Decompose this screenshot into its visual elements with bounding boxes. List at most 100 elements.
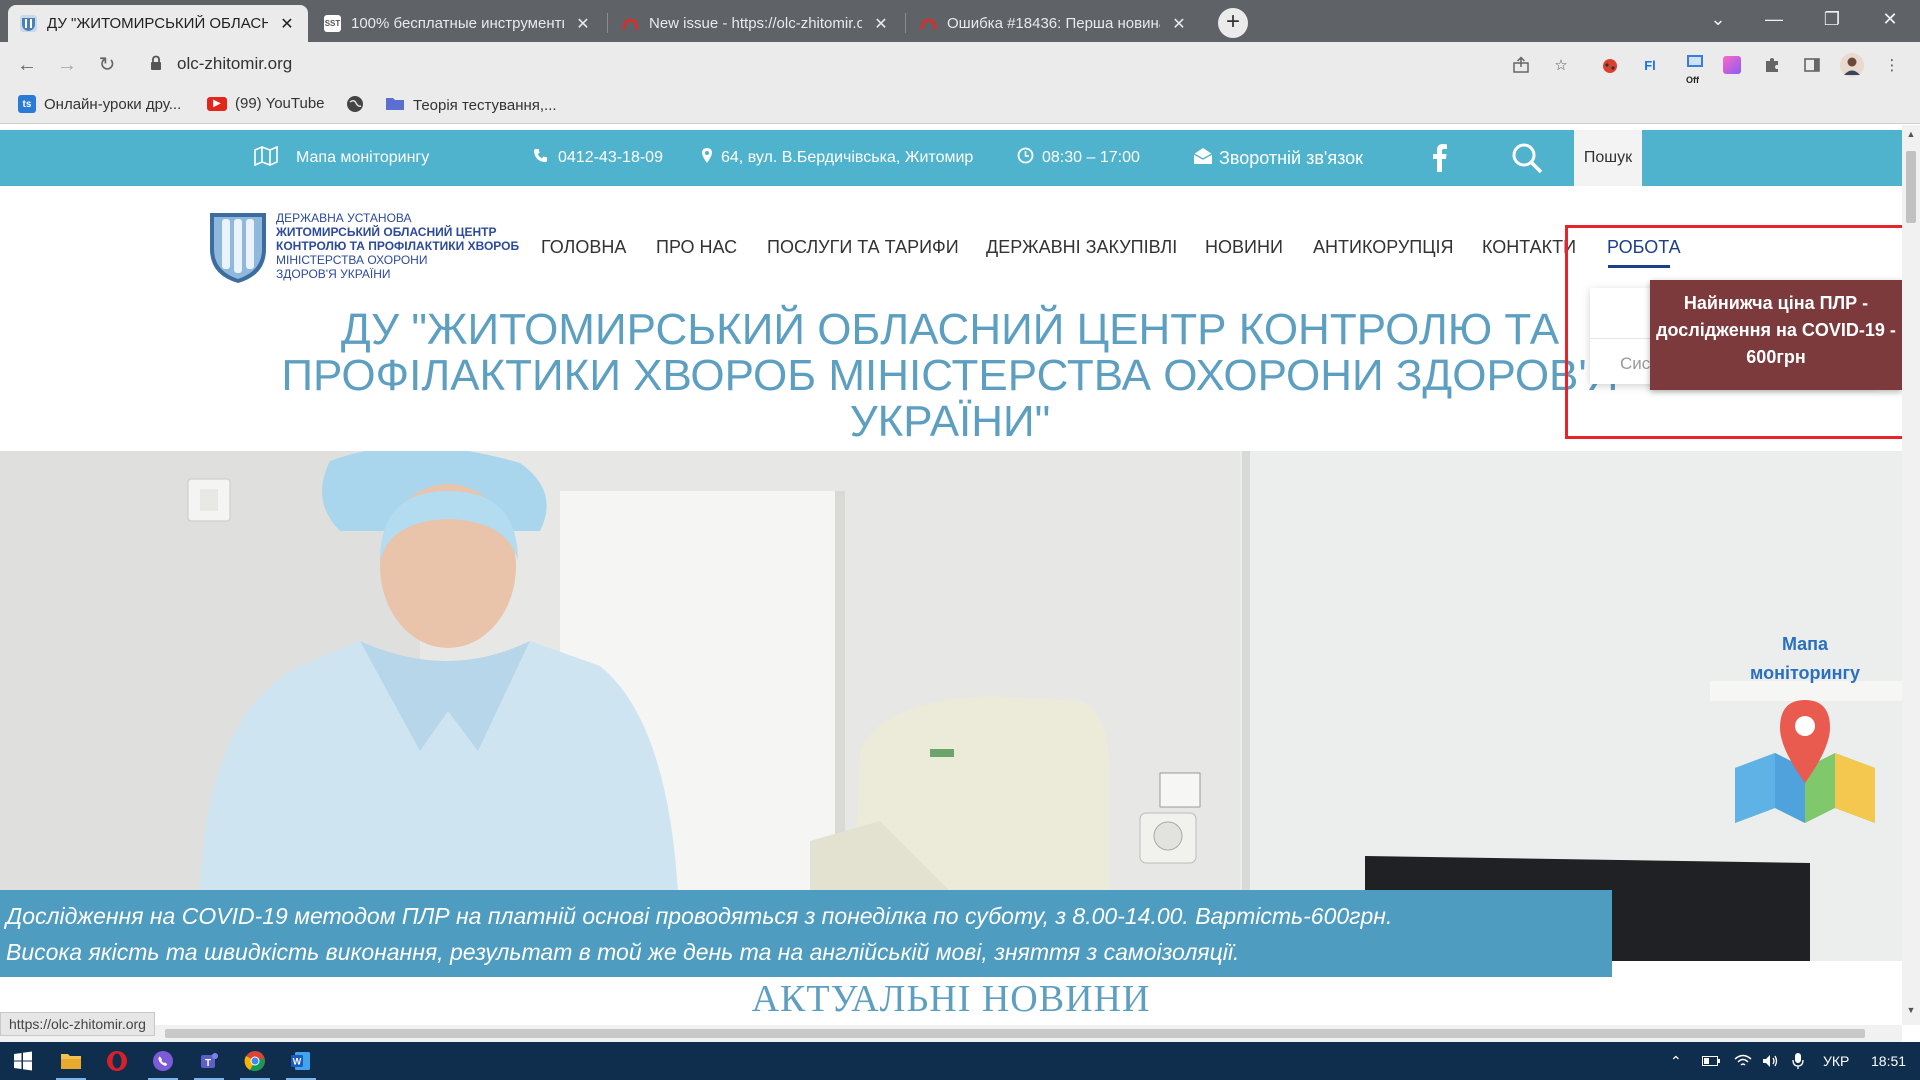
site-topbar: Мапа моніторингу 0412-43-18-09 64, вул. … xyxy=(0,130,1902,186)
envelope-icon xyxy=(1193,147,1213,170)
working-hours: 08:30 – 17:00 xyxy=(1017,130,1140,186)
share-icon[interactable] xyxy=(1509,53,1533,77)
tab-title: 100% бесплатные инструменты xyxy=(351,15,564,32)
lock-icon[interactable] xyxy=(150,55,162,71)
nav-services-tariffs[interactable]: ПОСЛУГИ ТА ТАРИФИ xyxy=(767,237,959,258)
search-button[interactable]: Пошук xyxy=(1574,130,1642,186)
logo-text[interactable]: ДЕРЖАВНА УСТАНОВА ЖИТОМИРСЬКИЙ ОБЛАСНИЙ … xyxy=(276,211,519,281)
site-favicon-icon xyxy=(20,15,37,32)
clock-time[interactable]: 18:51 xyxy=(1871,1042,1906,1080)
tab-title: New issue - https://olc-zhitomir.o xyxy=(649,15,862,32)
tab-divider xyxy=(905,13,906,33)
side-panel-icon[interactable] xyxy=(1800,53,1824,77)
address-link[interactable]: 64, вул. В.Бердичівська, Житомир xyxy=(701,130,973,186)
location-pin-icon xyxy=(701,147,713,169)
scroll-down-icon[interactable]: ▼ xyxy=(1902,1005,1920,1015)
close-tab-icon[interactable]: ✕ xyxy=(574,14,592,34)
browser-tab-bar: ДУ "ЖИТОМИРСЬКИЙ ОБЛАСН ✕ SST 100% беспл… xyxy=(0,0,1920,42)
red-highlight-frame xyxy=(1565,225,1902,439)
close-tab-icon[interactable]: ✕ xyxy=(278,14,296,34)
microphone-icon[interactable] xyxy=(1792,1042,1804,1080)
ts-icon: ts xyxy=(18,95,36,113)
svg-text:T: T xyxy=(205,1058,211,1069)
volume-icon[interactable] xyxy=(1762,1042,1780,1080)
phone-link[interactable]: 0412-43-18-09 xyxy=(533,130,663,186)
feedback-link[interactable]: Зворотній зв'язок xyxy=(1193,130,1363,186)
folder-icon xyxy=(385,95,405,115)
tab-sst-tools[interactable]: SST 100% бесплатные инструменты ✕ xyxy=(312,5,604,42)
tab-title: ДУ "ЖИТОМИРСЬКИЙ ОБЛАСН xyxy=(47,15,268,32)
new-tab-button[interactable]: + xyxy=(1218,8,1248,38)
bookmarks-bar: ts Онлайн-уроки дру... ▶ (99) YouTube Те… xyxy=(0,88,1920,124)
vertical-scrollbar[interactable]: ▲ ▼ xyxy=(1902,125,1920,1025)
close-window-button[interactable]: ✕ xyxy=(1862,0,1918,38)
tab-search-chevron-icon[interactable]: ⌄ xyxy=(1690,0,1746,38)
profile-avatar[interactable] xyxy=(1840,53,1864,77)
bookmark-globe[interactable] xyxy=(346,95,364,117)
teams-icon[interactable]: T xyxy=(186,1042,232,1080)
page-title: ДУ "ЖИТОМИРСЬКИЙ ОБЛАСНИЙ ЦЕНТР КОНТРОЛЮ… xyxy=(281,305,1619,446)
bookmark-youtube[interactable]: ▶ (99) YouTube xyxy=(207,95,325,112)
bookmark-testing-theory[interactable]: Теорія тестування,... xyxy=(385,95,557,115)
forward-button[interactable]: → xyxy=(52,50,82,80)
screen-extension-icon[interactable] xyxy=(1683,53,1707,77)
youtube-icon: ▶ xyxy=(207,96,227,111)
banner-line: Дослідження на COVID-19 методом ПЛР на п… xyxy=(6,903,1393,929)
facebook-icon[interactable] xyxy=(1433,130,1447,186)
nav-contacts[interactable]: КОНТАКТИ xyxy=(1482,237,1576,258)
file-explorer-icon[interactable] xyxy=(48,1042,94,1080)
nav-about[interactable]: ПРО НАС xyxy=(656,237,737,258)
opera-icon[interactable] xyxy=(94,1042,140,1080)
tab-error-18436[interactable]: Ошибка #18436: Перша новина ✕ xyxy=(908,5,1200,42)
monitoring-map-link[interactable]: Мапа моніторингу xyxy=(254,130,429,186)
tab-olc-zhitomir[interactable]: ДУ "ЖИТОМИРСЬКИЙ ОБЛАСН ✕ xyxy=(8,5,308,42)
language-indicator[interactable]: УКР xyxy=(1823,1042,1849,1080)
phone-icon xyxy=(533,148,548,168)
map-pin-icon xyxy=(1730,698,1880,833)
browser-toolbar: ← → ↻ olc-zhitomir.org ☆ Fl Off ⋮ xyxy=(0,42,1920,88)
translate-extension-icon[interactable]: Fl xyxy=(1638,53,1662,77)
browser-menu-icon[interactable]: ⋮ xyxy=(1880,53,1904,77)
close-tab-icon[interactable]: ✕ xyxy=(1170,14,1188,34)
redmine-favicon-icon xyxy=(920,15,937,32)
nav-public-procurement[interactable]: ДЕРЖАВНІ ЗАКУПІВЛІ xyxy=(986,237,1177,258)
word-icon[interactable]: W xyxy=(278,1042,324,1080)
color-extension-icon[interactable] xyxy=(1720,53,1744,77)
tray-chevron-icon[interactable]: ⌃ xyxy=(1670,1042,1682,1080)
back-button[interactable]: ← xyxy=(12,50,42,80)
scrollbar-thumb[interactable] xyxy=(165,1029,1865,1038)
site-logo[interactable] xyxy=(207,209,269,290)
monitoring-map-widget[interactable]: Мапа моніторингу xyxy=(1725,630,1885,833)
svg-text:W: W xyxy=(293,1057,302,1067)
redmine-favicon-icon xyxy=(622,15,639,32)
tab-title: Ошибка #18436: Перша новина xyxy=(947,15,1160,32)
minimize-button[interactable]: — xyxy=(1746,0,1802,38)
reload-button[interactable]: ↻ xyxy=(92,50,122,80)
tab-new-issue[interactable]: New issue - https://olc-zhitomir.o ✕ xyxy=(610,5,902,42)
tab-divider xyxy=(607,13,608,33)
chrome-icon[interactable] xyxy=(232,1042,278,1080)
viber-icon[interactable] xyxy=(140,1042,186,1080)
clock-icon xyxy=(1017,147,1034,169)
nav-home[interactable]: ГОЛОВНА xyxy=(541,237,626,258)
address-bar[interactable]: olc-zhitomir.org xyxy=(177,54,292,74)
scrollbar-thumb[interactable] xyxy=(1906,151,1916,223)
extensions-puzzle-icon[interactable] xyxy=(1760,53,1784,77)
hero-photo xyxy=(0,451,1902,961)
nav-anticorruption[interactable]: АНТИКОРУПЦІЯ xyxy=(1313,237,1454,258)
ladybug-extension-icon[interactable] xyxy=(1598,53,1622,77)
windows-start-icon[interactable] xyxy=(0,1042,46,1080)
bookmark-online-lessons[interactable]: ts Онлайн-уроки дру... xyxy=(18,95,181,113)
nav-news[interactable]: НОВИНИ xyxy=(1205,237,1283,258)
battery-icon[interactable] xyxy=(1702,1042,1720,1080)
close-tab-icon[interactable]: ✕ xyxy=(872,14,890,34)
bookmark-star-icon[interactable]: ☆ xyxy=(1549,53,1573,77)
restore-button[interactable]: ❐ xyxy=(1804,0,1860,38)
wifi-icon[interactable] xyxy=(1734,1042,1752,1080)
horizontal-scrollbar[interactable] xyxy=(0,1025,1902,1042)
map-widget-label: Мапа моніторингу xyxy=(1750,634,1860,683)
search-icon[interactable] xyxy=(1511,130,1543,186)
globe-icon xyxy=(346,95,364,117)
scroll-up-icon[interactable]: ▲ xyxy=(1902,129,1920,139)
sst-favicon-icon: SST xyxy=(324,15,341,32)
